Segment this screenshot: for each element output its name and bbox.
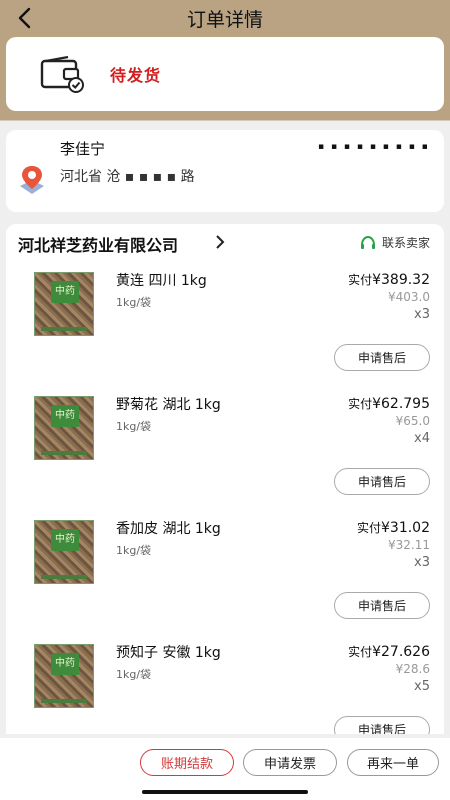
quantity: x3: [414, 307, 430, 322]
product-image: 中药: [30, 518, 96, 584]
product-name: 预知子 安徽 1kg: [116, 645, 221, 661]
actual-price-value: ¥27.626: [372, 644, 430, 660]
credit-settlement-button[interactable]: 账期结款: [140, 749, 234, 776]
product-name: 香加皮 湖北 1kg: [116, 521, 221, 537]
product-unit: 1kg/袋: [116, 296, 152, 309]
home-indicator[interactable]: [142, 790, 308, 794]
actual-price-label: 实付: [348, 645, 373, 659]
location-pin-icon: [20, 166, 44, 194]
shop-name[interactable]: 河北祥芝药业有限公司: [18, 232, 178, 256]
bag-label: 中药: [51, 653, 79, 675]
quantity: x5: [414, 679, 430, 694]
headset-icon: [360, 235, 375, 249]
actual-price-label: 实付: [348, 273, 373, 287]
product-image: 中药: [30, 394, 96, 460]
order-status-text: 待发货: [110, 66, 162, 85]
actual-price: 实付¥27.626: [348, 643, 430, 660]
actual-price: 实付¥31.02: [357, 519, 430, 536]
after-sale-button[interactable]: 申请售后: [334, 344, 430, 371]
bag-label: 中药: [51, 281, 79, 303]
bag-label: 中药: [51, 529, 79, 551]
chevron-right-icon[interactable]: [214, 234, 226, 250]
recipient-phone: ▪ ▪ ▪ ▪ ▪ ▪ ▪ ▪ ▪: [318, 142, 430, 152]
product-image: 中药: [30, 642, 96, 708]
after-sale-button[interactable]: 申请售后: [334, 468, 430, 495]
original-price: ¥28.6: [395, 662, 430, 676]
quantity: x3: [414, 555, 430, 570]
order-status-card: 待发货: [6, 37, 444, 111]
bag-label: 中药: [51, 405, 79, 427]
top-bar: 订单详情: [0, 0, 450, 36]
product-image: 中药: [30, 270, 96, 336]
order-item[interactable]: 中药 黄连 四川 1kg 1kg/袋 实付¥389.32 ¥403.0 x3 申…: [6, 264, 444, 388]
actual-price-label: 实付: [348, 397, 373, 411]
original-price: ¥32.11: [388, 538, 430, 552]
shop-order-card: 河北祥芝药业有限公司 联系卖家 中药 黄连 四川 1kg 1kg/袋 实付¥38…: [6, 224, 444, 734]
product-unit: 1kg/袋: [116, 668, 152, 681]
actual-price-value: ¥62.795: [372, 396, 430, 412]
recipient-address: 河北省 沧 ▪ ▪ ▪ ▪ 路: [60, 169, 195, 185]
product-name: 黄连 四川 1kg: [116, 273, 207, 289]
product-name: 野菊花 湖北 1kg: [116, 397, 221, 413]
contact-seller-button[interactable]: 联系卖家: [360, 234, 430, 251]
after-sale-button[interactable]: 申请售后: [334, 592, 430, 619]
reorder-button[interactable]: 再来一单: [347, 749, 439, 776]
order-item[interactable]: 中药 野菊花 湖北 1kg 1kg/袋 实付¥62.795 ¥65.0 x4 申…: [6, 388, 444, 512]
after-sale-button[interactable]: 申请售后: [334, 716, 430, 734]
request-invoice-button[interactable]: 申请发票: [243, 749, 337, 776]
recipient-name: 李佳宁: [60, 140, 106, 158]
original-price: ¥403.0: [388, 290, 430, 304]
actual-price-value: ¥389.32: [372, 272, 430, 288]
actual-price-value: ¥31.02: [381, 520, 430, 536]
actual-price-label: 实付: [356, 521, 381, 535]
bottom-action-bar: 账期结款 申请发票 再来一单: [0, 738, 450, 800]
wallet-check-icon: [40, 56, 84, 93]
original-price: ¥65.0: [395, 414, 430, 428]
contact-seller-label: 联系卖家: [381, 236, 430, 250]
page-title: 订单详情: [186, 9, 263, 31]
address-card[interactable]: 李佳宁 ▪ ▪ ▪ ▪ ▪ ▪ ▪ ▪ ▪ 河北省 沧 ▪ ▪ ▪ ▪ 路: [6, 130, 444, 212]
actual-price: 实付¥62.795: [348, 395, 430, 412]
product-unit: 1kg/袋: [116, 420, 152, 433]
product-unit: 1kg/袋: [116, 544, 152, 557]
actual-price: 实付¥389.32: [348, 271, 430, 288]
quantity: x4: [414, 431, 430, 446]
order-item[interactable]: 中药 预知子 安徽 1kg 1kg/袋 实付¥27.626 ¥28.6 x5 申…: [6, 636, 444, 734]
order-item[interactable]: 中药 香加皮 湖北 1kg 1kg/袋 实付¥31.02 ¥32.11 x3 申…: [6, 512, 444, 636]
